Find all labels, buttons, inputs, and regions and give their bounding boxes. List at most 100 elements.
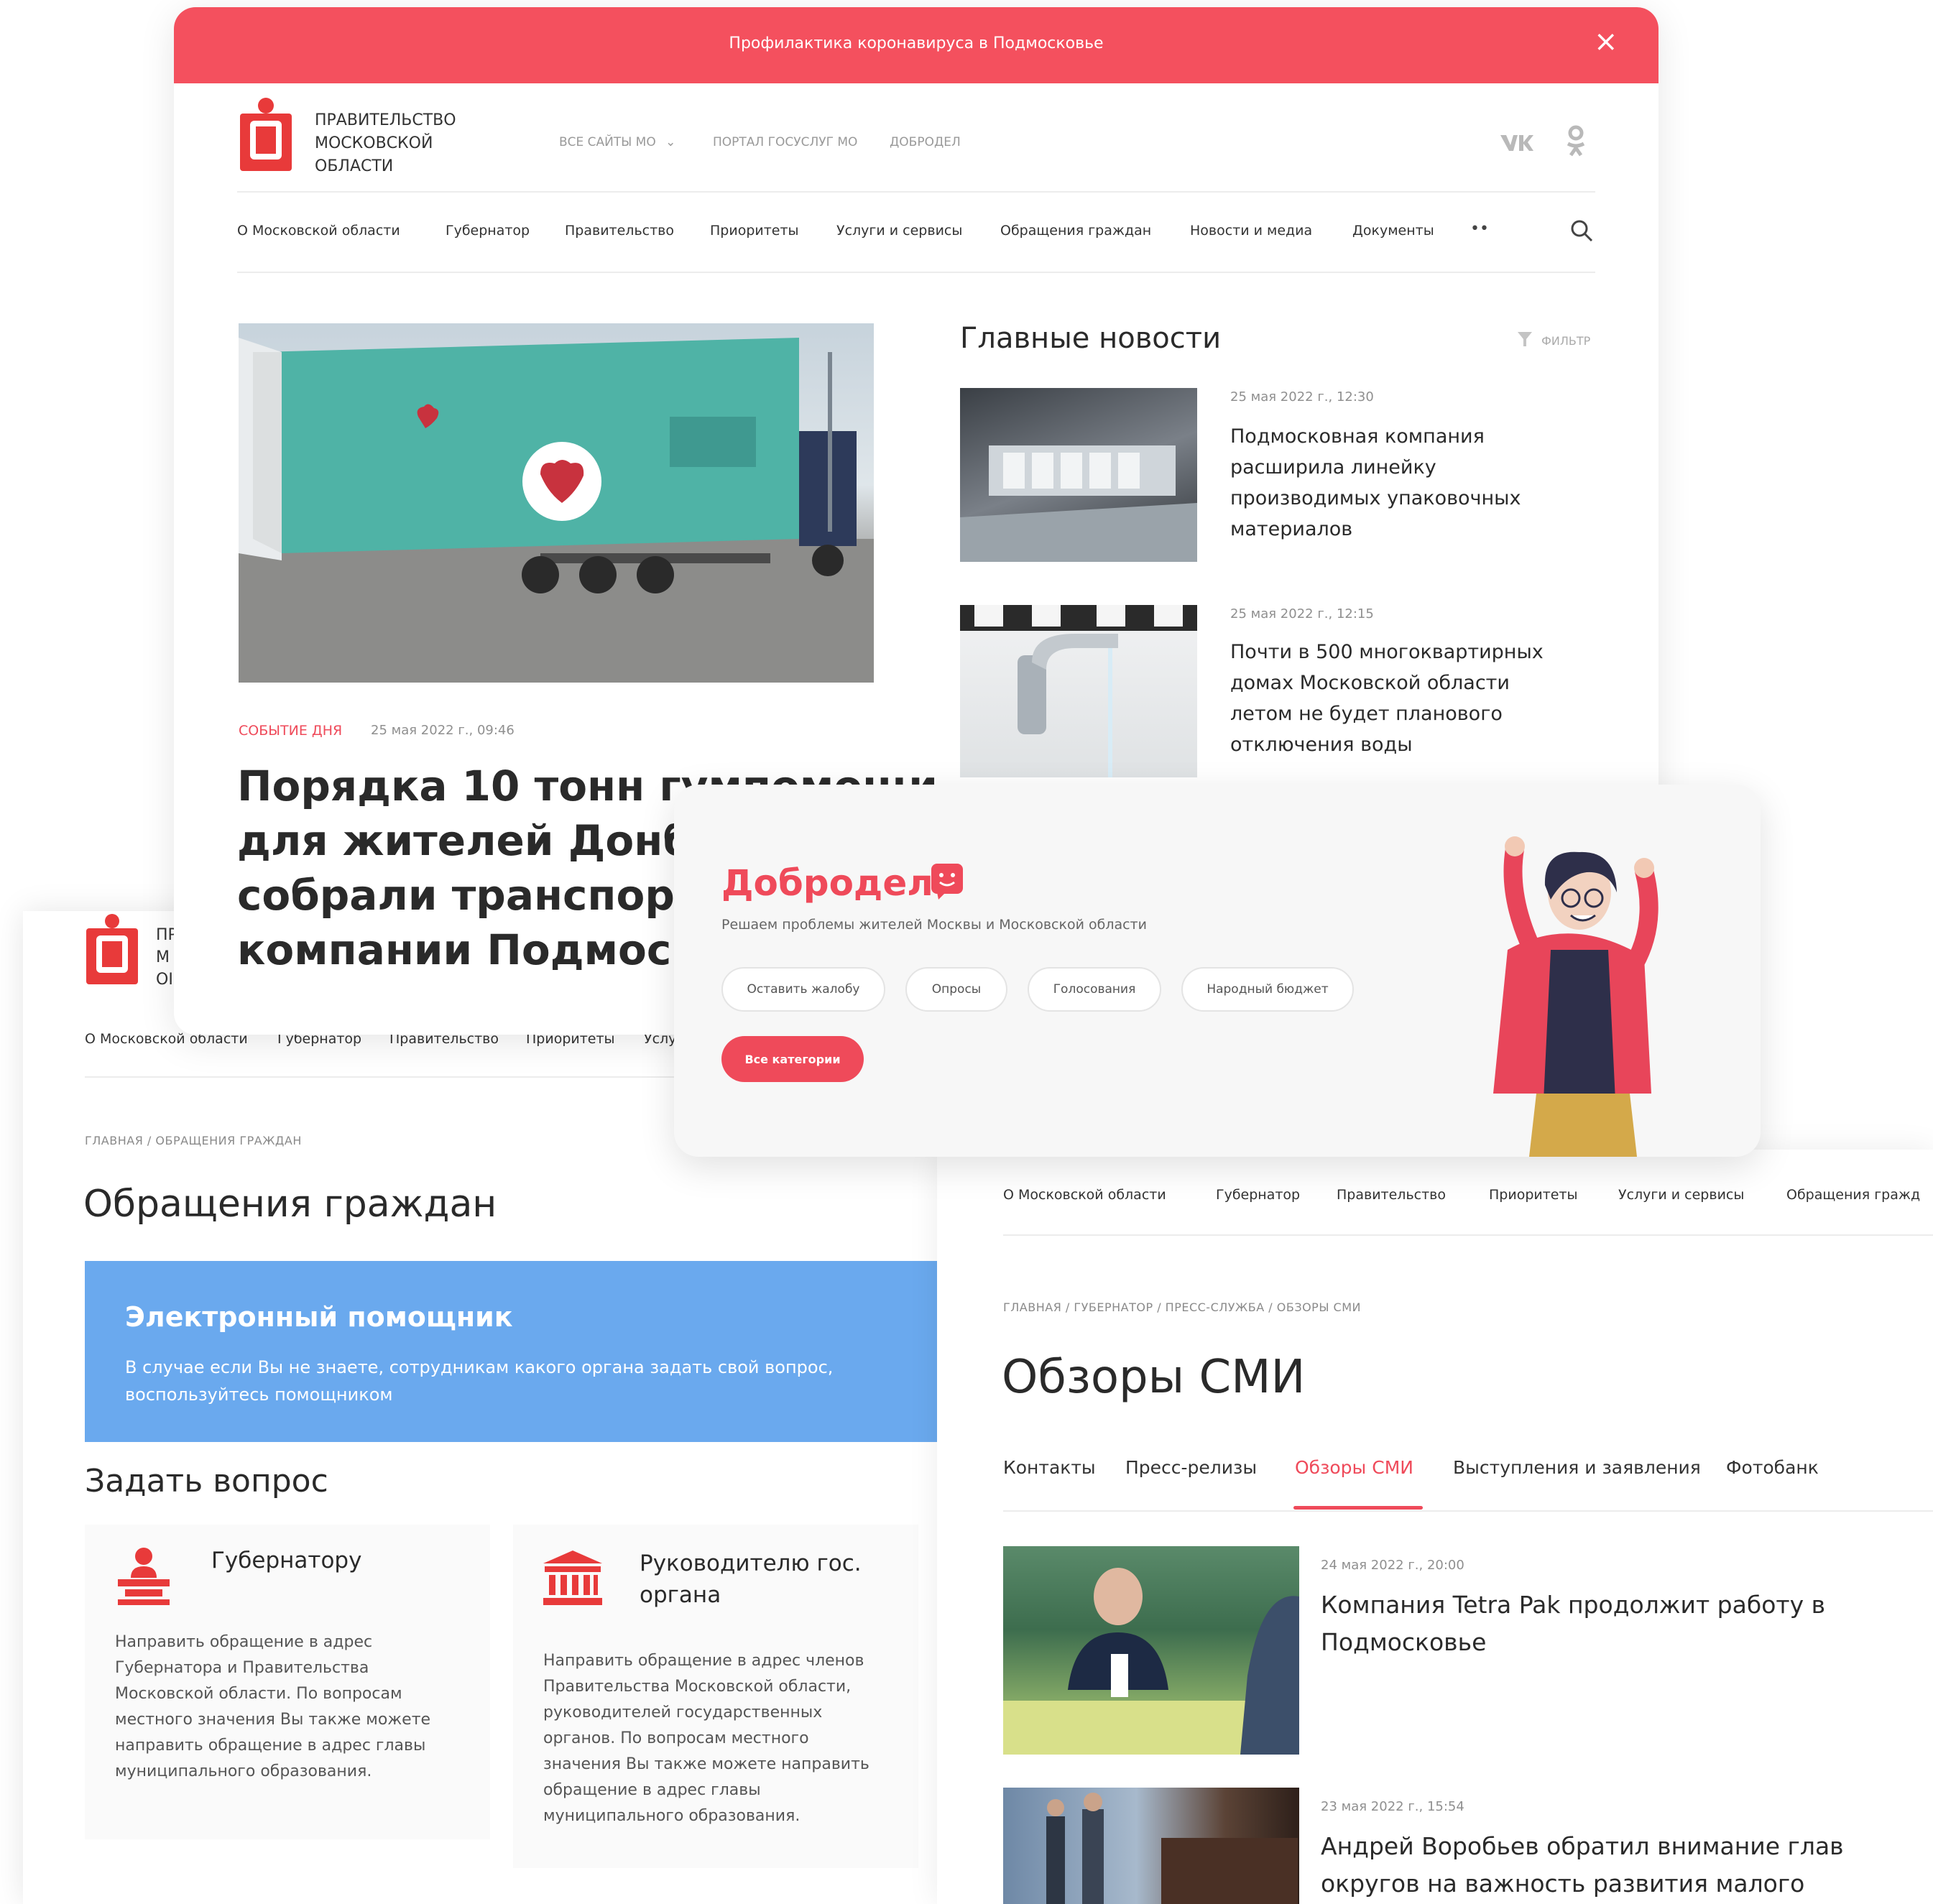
nav-item-services[interactable]: Услуги и сервисы: [1618, 1187, 1744, 1203]
all-sites-dropdown[interactable]: ВСЕ САЙТЫ МО ⌄: [559, 135, 675, 149]
page-title: Обращения граждан: [83, 1183, 497, 1226]
news-title[interactable]: Андрей Воробьев обратил внимание глав: [1321, 1828, 1844, 1865]
card-agency-text: обращение в адрес главы: [543, 1781, 761, 1799]
nav-item-appeals[interactable]: Обращения граждан: [1000, 223, 1151, 239]
card-agency-text: муниципального образования.: [543, 1807, 801, 1825]
logo-line-1[interactable]: ПРАВИТЕЛЬСТВО: [315, 109, 456, 132]
dobrodel-smile-icon: [931, 864, 963, 902]
news-photo-meeting[interactable]: [1003, 1788, 1299, 1904]
electronic-helper-banner[interactable]: Электронный помощник В случае если Вы не…: [85, 1261, 957, 1442]
news-photo-packaging[interactable]: [960, 388, 1197, 562]
news-title[interactable]: Подмосковная компания: [1230, 421, 1521, 452]
news-date: 25 мая 2022 г., 12:30: [1230, 389, 1374, 405]
dobrodel-character-illustration: [1464, 835, 1680, 1157]
chevron-down-icon: ⌄: [665, 135, 676, 149]
nav-divider: [1003, 1234, 1933, 1236]
news-title[interactable]: Подмосковье: [1321, 1624, 1825, 1661]
tab-photobank[interactable]: Фотобанк: [1726, 1457, 1819, 1478]
ask-agency-head-card[interactable]: Руководителю гос. органа Направить обращ…: [513, 1525, 918, 1868]
covid-banner-text[interactable]: Профилактика коронавируса в Подмосковье: [174, 34, 1658, 52]
helper-text-1: В случае если Вы не знаете, сотрудникам …: [125, 1357, 834, 1377]
nav-item-priorities[interactable]: Приоритеты: [710, 223, 799, 239]
breadcrumb[interactable]: ГЛАВНАЯ / ОБРАЩЕНИЯ ГРАЖДАН: [85, 1134, 302, 1147]
nav-item-priorities[interactable]: Приоритеты: [1489, 1187, 1578, 1203]
dobrodel-widget: Добродел Решаем проблемы жителей Москвы …: [674, 785, 1761, 1157]
card-governor-text: муниципального образования.: [115, 1762, 372, 1780]
news-photo-faucet[interactable]: [960, 605, 1197, 777]
news-title[interactable]: расширила линейку: [1230, 452, 1521, 483]
tab-contacts[interactable]: Контакты: [1003, 1457, 1096, 1478]
card-agency-text: Направить обращение в адрес членов: [543, 1652, 864, 1670]
helper-title: Электронный помощник: [125, 1301, 513, 1333]
ask-question-heading: Задать вопрос: [85, 1463, 328, 1499]
nav-item-governor[interactable]: Губернатор: [446, 223, 530, 239]
nav-item-documents[interactable]: Документы: [1352, 223, 1434, 239]
news-date: 24 мая 2022 г., 20:00: [1321, 1558, 1464, 1573]
news-photo-governor[interactable]: [1003, 1546, 1299, 1755]
dobrodel-title[interactable]: Добродел: [721, 862, 933, 904]
news-title[interactable]: округов на важность развития малого: [1321, 1865, 1844, 1903]
coat-of-arms-icon[interactable]: [237, 96, 295, 177]
nav-item-government[interactable]: Правительство: [1337, 1187, 1446, 1203]
vk-icon[interactable]: [1499, 132, 1533, 157]
card-governor-text: местного значения Вы также можете: [115, 1711, 431, 1729]
hero-date: 25 мая 2022 г., 09:46: [371, 723, 515, 738]
all-categories-button[interactable]: Все категории: [721, 1036, 864, 1082]
main-news-heading: Главные новости: [960, 322, 1222, 355]
tab-media-reviews[interactable]: Обзоры СМИ: [1295, 1457, 1413, 1478]
search-icon[interactable]: [1569, 218, 1594, 246]
card-agency-text: Правительства Московской области,: [543, 1678, 852, 1696]
dobrodel-link[interactable]: ДОБРОДЕЛ: [890, 135, 961, 149]
complaint-button[interactable]: Оставить жалобу: [721, 967, 885, 1012]
nav-item-services[interactable]: Услуги и сервисы: [836, 223, 962, 239]
news-filter-button[interactable]: ФИЛЬТР: [1516, 331, 1590, 351]
filter-label: ФИЛЬТР: [1541, 333, 1591, 348]
hero-photo-truck[interactable]: [239, 323, 874, 683]
people-budget-button[interactable]: Народный бюджет: [1181, 967, 1354, 1012]
all-sites-label: ВСЕ САЙТЫ МО: [559, 135, 656, 149]
card-governor-text: Губернатора и Правительства: [115, 1659, 369, 1677]
news-title[interactable]: отключения воды: [1230, 729, 1544, 760]
nav-item-region[interactable]: О Московской области: [237, 223, 400, 239]
more-menu-icon[interactable]: ••: [1470, 220, 1489, 238]
header-divider: [237, 191, 1595, 193]
card-agency-title: органа: [640, 1582, 721, 1608]
dobrodel-subtitle: Решаем проблемы жителей Москвы и Московс…: [721, 917, 1147, 933]
nav-item-region[interactable]: О Московской области: [1003, 1187, 1166, 1203]
news-title[interactable]: производимых упаковочных: [1230, 483, 1521, 514]
nav-divider: [237, 272, 1595, 273]
ask-governor-card[interactable]: Губернатору Направить обращение в адрес …: [85, 1525, 490, 1839]
nav-item-news[interactable]: Новости и медиа: [1190, 223, 1312, 239]
nav-item-government[interactable]: Правительство: [565, 223, 674, 239]
gosuslugi-link[interactable]: ПОРТАЛ ГОСУСЛУГ МО: [713, 135, 857, 149]
card-agency-text: руководителей государственных: [543, 1704, 823, 1722]
event-of-day-tag[interactable]: СОБЫТИЕ ДНЯ: [239, 723, 342, 739]
logo-line-2[interactable]: МОСКОВСКОЙ: [315, 132, 456, 155]
voting-button[interactable]: Голосования: [1028, 967, 1161, 1012]
governor-podium-icon: [115, 1546, 172, 1609]
nav-item-governor[interactable]: Губернатор: [1216, 1187, 1300, 1203]
card-governor-text: направить обращение в адрес главы: [115, 1737, 426, 1755]
news-title[interactable]: Почти в 500 многоквартирных: [1230, 637, 1544, 667]
card-governor-text: Московской области. По вопросам: [115, 1685, 402, 1703]
news-title[interactable]: Компания Tetra Pak продолжит работу в: [1321, 1586, 1825, 1624]
news-title[interactable]: домах Московской области: [1230, 667, 1544, 698]
news-title[interactable]: летом не будет планового: [1230, 698, 1544, 729]
logo-line-3[interactable]: ОБЛАСТИ: [315, 155, 456, 178]
news-title[interactable]: материалов: [1230, 514, 1521, 545]
card-agency-text: органов. По вопросам местного: [543, 1729, 809, 1747]
breadcrumb[interactable]: ГЛАВНАЯ / ГУБЕРНАТОР / ПРЕСС-СЛУЖБА / ОБ…: [1003, 1300, 1361, 1314]
tabs-divider: [1003, 1510, 1933, 1512]
nav-item-appeals[interactable]: Обращения гражд: [1786, 1187, 1920, 1203]
government-building-icon: [543, 1551, 602, 1608]
ok-icon[interactable]: [1565, 125, 1587, 160]
tab-press-releases[interactable]: Пресс-релизы: [1125, 1457, 1257, 1478]
polls-button[interactable]: Опросы: [905, 967, 1007, 1012]
tab-speeches[interactable]: Выступления и заявления: [1453, 1457, 1701, 1478]
coat-of-arms-icon: [83, 912, 141, 990]
active-tab-underline: [1293, 1506, 1423, 1510]
news-date: 25 мая 2022 г., 12:15: [1230, 606, 1374, 621]
covid-banner[interactable]: Профилактика коронавируса в Подмосковье …: [174, 7, 1658, 83]
card-agency-text: значения Вы также можете направить: [543, 1755, 869, 1773]
close-icon[interactable]: ×: [1594, 27, 1618, 56]
